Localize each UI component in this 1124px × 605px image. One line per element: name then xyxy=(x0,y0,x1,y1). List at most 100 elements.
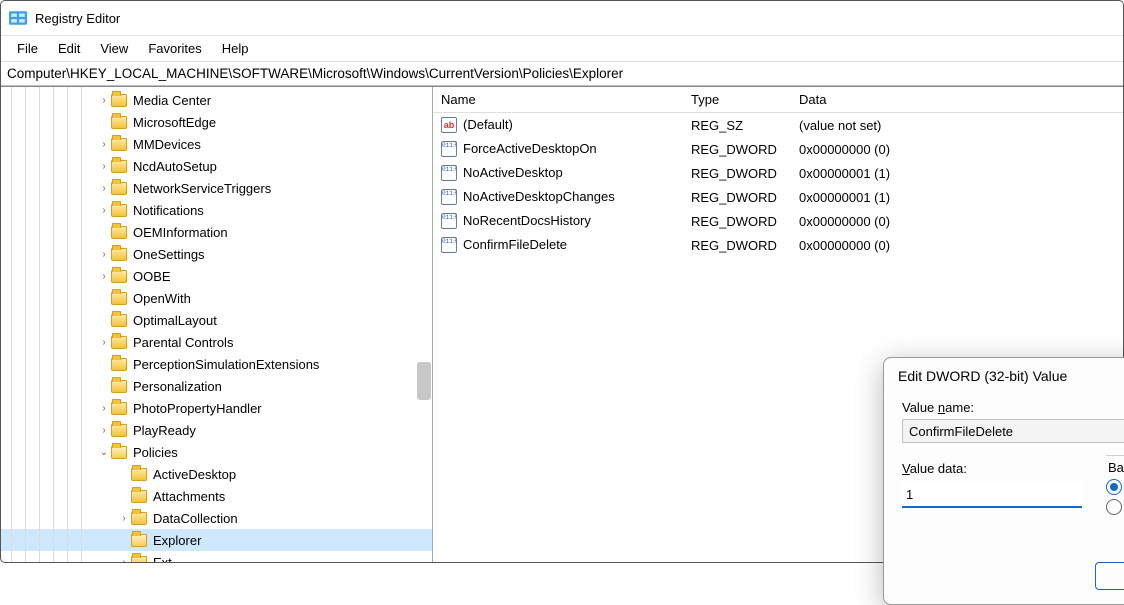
value-row[interactable]: ForceActiveDesktopOnREG_DWORD0x00000000 … xyxy=(433,137,1123,161)
tree-item-photopropertyhandler[interactable]: ›PhotoPropertyHandler xyxy=(1,397,432,419)
tree-item-label: PerceptionSimulationExtensions xyxy=(133,357,319,372)
expand-chevron-icon[interactable]: › xyxy=(97,271,111,282)
tree-item-optimallayout[interactable]: OptimalLayout xyxy=(1,309,432,331)
tree-pane[interactable]: ›Media CenterMicrosoftEdge › MMDevices ›Ncd… xyxy=(1,87,433,562)
ok-button[interactable]: OK xyxy=(1095,562,1124,590)
tree-item-microsoftedge[interactable]: MicrosoftEdge xyxy=(1,111,432,133)
tree-item-attachments[interactable]: Attachments xyxy=(1,485,432,507)
value-row[interactable]: NoActiveDesktopChangesREG_DWORD0x0000000… xyxy=(433,185,1123,209)
folder-icon xyxy=(111,270,127,283)
value-name-label: Value name: xyxy=(902,400,1124,415)
expand-chevron-icon[interactable]: › xyxy=(97,95,111,106)
tree-item-label: MMDevices xyxy=(133,137,201,152)
titlebar: Registry Editor xyxy=(1,1,1123,35)
value-row[interactable]: NoRecentDocsHistoryREG_DWORD0x00000000 (… xyxy=(433,209,1123,233)
tree-item-label: NetworkServiceTriggers xyxy=(133,181,271,196)
value-row[interactable]: NoActiveDesktopREG_DWORD0x00000001 (1) xyxy=(433,161,1123,185)
folder-icon xyxy=(131,490,147,503)
tree-item-oobe[interactable]: › OOBE xyxy=(1,265,432,287)
window-title: Registry Editor xyxy=(35,11,120,26)
tree-item-networkservicetriggers[interactable]: › NetworkServiceTriggers xyxy=(1,177,432,199)
app-icon xyxy=(9,9,27,27)
tree-item-personalization[interactable]: Personalization xyxy=(1,375,432,397)
expand-chevron-icon[interactable]: ⌄ xyxy=(97,447,111,458)
folder-icon xyxy=(111,402,127,415)
tree-item-label: DataCollection xyxy=(153,511,238,526)
tree-item-label: Policies xyxy=(133,445,178,460)
expand-chevron-icon[interactable]: › xyxy=(97,337,111,348)
column-data[interactable]: Data xyxy=(791,92,1123,107)
expand-chevron-icon[interactable]: › xyxy=(97,249,111,260)
expand-chevron-icon[interactable]: › xyxy=(97,139,111,150)
tree-item-label: OpenWith xyxy=(133,291,191,306)
tree-item-notifications[interactable]: › Notifications xyxy=(1,199,432,221)
expand-chevron-icon[interactable]: › xyxy=(97,425,111,436)
folder-icon xyxy=(111,116,127,129)
column-type[interactable]: Type xyxy=(683,92,791,107)
dialog-title: Edit DWORD (32-bit) Value xyxy=(898,368,1067,384)
tree-item-openwith[interactable]: OpenWith xyxy=(1,287,432,309)
tree-item-explorer[interactable]: Explorer xyxy=(1,529,432,551)
tree-scrollbar[interactable] xyxy=(417,362,431,400)
tree-item-label: ActiveDesktop xyxy=(153,467,236,482)
tree-item-ncdautosetup[interactable]: ›NcdAutoSetup xyxy=(1,155,432,177)
folder-icon xyxy=(111,226,127,239)
menu-favorites[interactable]: Favorites xyxy=(138,39,211,58)
tree-item-media-center[interactable]: ›Media Center xyxy=(1,89,432,111)
tree-item-label: Attachments xyxy=(153,489,225,504)
folder-icon xyxy=(131,468,147,481)
menu-file[interactable]: File xyxy=(7,39,48,58)
tree-item-label: Notifications xyxy=(133,203,204,218)
folder-icon xyxy=(131,512,147,525)
tree-item-activedesktop[interactable]: ActiveDesktop xyxy=(1,463,432,485)
menu-help[interactable]: Help xyxy=(212,39,259,58)
tree-item-perceptionsimulationextensions[interactable]: PerceptionSimulationExtensions xyxy=(1,353,432,375)
folder-icon xyxy=(111,336,127,349)
folder-icon xyxy=(131,534,147,547)
expand-chevron-icon[interactable]: › xyxy=(97,161,111,172)
value-icon xyxy=(441,237,457,253)
value-icon xyxy=(441,117,457,133)
tree-item-label: OneSettings xyxy=(133,247,205,262)
value-row[interactable]: ConfirmFileDeleteREG_DWORD0x00000000 (0) xyxy=(433,233,1123,257)
tree-item-onesettings[interactable]: › OneSettings xyxy=(1,243,432,265)
tree-item-parental-controls[interactable]: › Parental Controls xyxy=(1,331,432,353)
value-row[interactable]: (Default)REG_SZ(value not set) xyxy=(433,113,1123,137)
tree-item-policies[interactable]: ⌄ Policies xyxy=(1,441,432,463)
folder-icon xyxy=(111,380,127,393)
expand-chevron-icon[interactable]: › xyxy=(117,513,131,524)
tree-item-mmdevices[interactable]: › MMDevices xyxy=(1,133,432,155)
tree-item-label: OOBE xyxy=(133,269,171,284)
folder-icon xyxy=(111,424,127,437)
radio-decimal[interactable]: Decimal xyxy=(1106,499,1124,515)
expand-chevron-icon[interactable]: › xyxy=(97,183,111,194)
menu-view[interactable]: View xyxy=(90,39,138,58)
tree-item-label: Personalization xyxy=(133,379,222,394)
tree-item-datacollection[interactable]: › DataCollection xyxy=(1,507,432,529)
expand-chevron-icon[interactable]: › xyxy=(117,557,131,563)
folder-icon xyxy=(111,314,127,327)
value-icon xyxy=(441,165,457,181)
column-name[interactable]: Name xyxy=(433,92,683,107)
value-icon xyxy=(441,141,457,157)
menubar: File Edit View Favorites Help xyxy=(1,35,1123,61)
value-data-field[interactable] xyxy=(902,482,1082,508)
tree-item-label: Ext xyxy=(153,555,172,563)
tree-item-ext[interactable]: › Ext xyxy=(1,551,432,562)
radio-hexadecimal[interactable]: Hexadecimal xyxy=(1106,479,1124,495)
expand-chevron-icon[interactable]: › xyxy=(97,403,111,414)
value-list-pane[interactable]: Name Type Data (Default)REG_SZ(value not… xyxy=(433,87,1123,562)
value-data-label: Value data: xyxy=(902,461,1082,476)
value-name-field xyxy=(902,419,1124,443)
tree-item-label: PlayReady xyxy=(133,423,196,438)
expand-chevron-icon[interactable]: › xyxy=(97,205,111,216)
edit-dword-dialog: Edit DWORD (32-bit) Value ✕ Value name: … xyxy=(883,357,1124,605)
tree-item-playready[interactable]: › PlayReady xyxy=(1,419,432,441)
folder-icon xyxy=(111,248,127,261)
menu-edit[interactable]: Edit xyxy=(48,39,90,58)
tree-item-label: Parental Controls xyxy=(133,335,233,350)
folder-icon xyxy=(111,160,127,173)
tree-item-oeminformation[interactable]: OEMInformation xyxy=(1,221,432,243)
address-bar[interactable]: Computer\HKEY_LOCAL_MACHINE\SOFTWARE\Mic… xyxy=(1,61,1123,86)
folder-icon xyxy=(111,292,127,305)
